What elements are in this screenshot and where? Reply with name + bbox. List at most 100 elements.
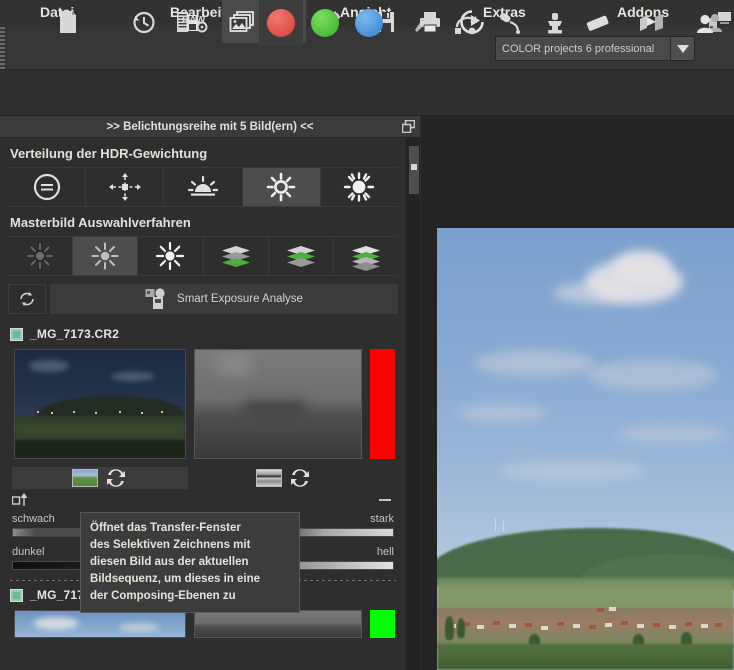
preview-mast: [495, 518, 496, 532]
preview-cloud: [497, 460, 647, 482]
transfer-window-tooltip: Öffnet das Transfer-Fenster des Selektiv…: [80, 512, 300, 613]
scrollbar-thumb[interactable]: [409, 146, 419, 194]
undock-window-icon[interactable]: [401, 119, 416, 138]
preview-cloud: [613, 250, 671, 284]
paintbrush-icon: [415, 13, 433, 32]
weighting-low-button[interactable]: [164, 168, 243, 206]
people-button[interactable]: [688, 0, 732, 46]
refresh-analysis-button[interactable]: [8, 284, 46, 314]
weighting-center-button[interactable]: [86, 168, 165, 206]
source-thumbnail[interactable]: [14, 610, 186, 638]
weighting-mid-button[interactable]: [242, 168, 321, 206]
tooltip-line: der Composing-Ebenen zu: [90, 590, 236, 602]
tiny-image-icon: [72, 469, 98, 487]
layer-stack-middle-icon: [286, 246, 315, 267]
brightness-min-label: dunkel: [12, 546, 45, 558]
redo-shape-button[interactable]: [445, 0, 489, 46]
smart-exposure-analyse-button[interactable]: Smart Exposure Analyse: [50, 284, 398, 314]
clone-stamp-button[interactable]: [533, 0, 577, 46]
layer-stack-top-icon: [351, 246, 380, 271]
sun-rays-icon: [91, 242, 119, 270]
source-thumbnail[interactable]: [14, 349, 186, 459]
raw-settings-button[interactable]: RAW: [175, 0, 217, 43]
panel-header: >> Belichtungsreihe mit 5 Bild(ern) <<: [0, 116, 420, 138]
strength-max-label: stark: [370, 513, 394, 525]
preview-cloud: [553, 282, 633, 304]
curved-arrow-icon: [455, 16, 477, 35]
layer-stack-bottom-icon: [221, 246, 250, 267]
red-circle-icon: [267, 9, 295, 37]
mask-highlight: [217, 354, 251, 374]
images-stack-icon: [229, 10, 254, 32]
file-name-label: _MG_7173.CR2: [30, 327, 120, 341]
transfer-mask-button[interactable]: [196, 467, 372, 489]
eraser-icon: [586, 15, 609, 31]
thumb-cloud: [33, 617, 79, 630]
bright-sun-icon: [344, 172, 375, 202]
strength-min-label: schwach: [12, 513, 55, 525]
file-controls-row: [0, 489, 406, 509]
blue-circle-icon: [355, 9, 383, 37]
document-icon: [60, 10, 76, 33]
eraser-tool-button[interactable]: [576, 0, 620, 46]
bright-sun-rays-icon: [156, 241, 185, 271]
refresh-arrows-icon: [20, 292, 34, 306]
file-checkbox[interactable]: [10, 327, 23, 341]
roller-tool-button[interactable]: [489, 0, 533, 46]
half-sun-icon: [187, 175, 219, 196]
master-stack-middle-button[interactable]: [268, 237, 334, 275]
expand-up-button[interactable]: [11, 492, 30, 512]
master-selection-row: [8, 236, 399, 276]
sun-icon: [266, 172, 296, 202]
tooltip-line: Bildsequenz, um dieses in eine: [90, 573, 260, 585]
history-button[interactable]: [124, 0, 164, 43]
transfer-image-button[interactable]: [12, 467, 188, 489]
tooltip-line: diesen Bild aus der aktuellen: [90, 556, 249, 568]
tools-toolbar: [0, 70, 734, 116]
minus-icon: [379, 499, 391, 501]
perspective-button[interactable]: [630, 0, 674, 46]
smart-exposure-row: Smart Exposure Analyse: [8, 284, 398, 314]
application-window: Datei Bearbeiten Ansicht Extras Addons R…: [0, 0, 734, 670]
raw-gear-icon: RAW: [182, 15, 208, 32]
brightness-max-label: hell: [376, 546, 394, 558]
brush-tool-button[interactable]: [401, 0, 445, 46]
transfer-buttons-row: [0, 459, 406, 489]
hdr-weighting-title: Verteilung der HDR-Gewichtung: [10, 146, 208, 161]
preview-foreground: [437, 644, 734, 670]
toolbar-drag-handle[interactable]: [0, 27, 5, 70]
transfer-arrows-icon: [291, 469, 309, 487]
thumb-cloud: [111, 372, 155, 381]
master-stack-bottom-button[interactable]: [203, 237, 269, 275]
new-document-button[interactable]: [48, 0, 88, 43]
circle-equals-icon: [33, 173, 60, 201]
thumb-cloud: [119, 623, 159, 632]
image-browser-button[interactable]: [222, 0, 262, 43]
weighting-high-button[interactable]: [320, 168, 399, 206]
master-stack-top-button[interactable]: [333, 237, 399, 275]
preview-cloud: [457, 404, 547, 422]
exposure-level-indicator: [370, 349, 395, 459]
dim-sun-icon: [27, 243, 53, 269]
tiny-mask-icon: [256, 469, 282, 487]
master-bright-sun-button[interactable]: [138, 237, 204, 275]
master-mid-sun-button[interactable]: [73, 237, 139, 275]
thumb-cloud: [29, 360, 69, 372]
weighting-equal-button[interactable]: [8, 168, 87, 206]
master-dark-sun-button[interactable]: [8, 237, 74, 275]
transfer-arrows-icon: [107, 469, 125, 487]
mask-preview[interactable]: [194, 610, 362, 638]
green-circle-icon: [311, 9, 339, 37]
image-preview[interactable]: [437, 228, 734, 670]
red-marker-button[interactable]: [259, 0, 303, 46]
green-marker-button[interactable]: [303, 0, 347, 46]
panel-scrollbar[interactable]: [406, 138, 420, 670]
mask-preview[interactable]: [194, 349, 362, 459]
blue-marker-button[interactable]: [347, 0, 391, 46]
preview-cloud: [587, 360, 717, 390]
file-checkbox[interactable]: [10, 588, 23, 602]
paint-roller-icon: [499, 13, 520, 34]
collapse-button[interactable]: [378, 493, 392, 511]
file-thumbnails: [0, 344, 406, 459]
perspective-box-icon: [640, 14, 663, 31]
